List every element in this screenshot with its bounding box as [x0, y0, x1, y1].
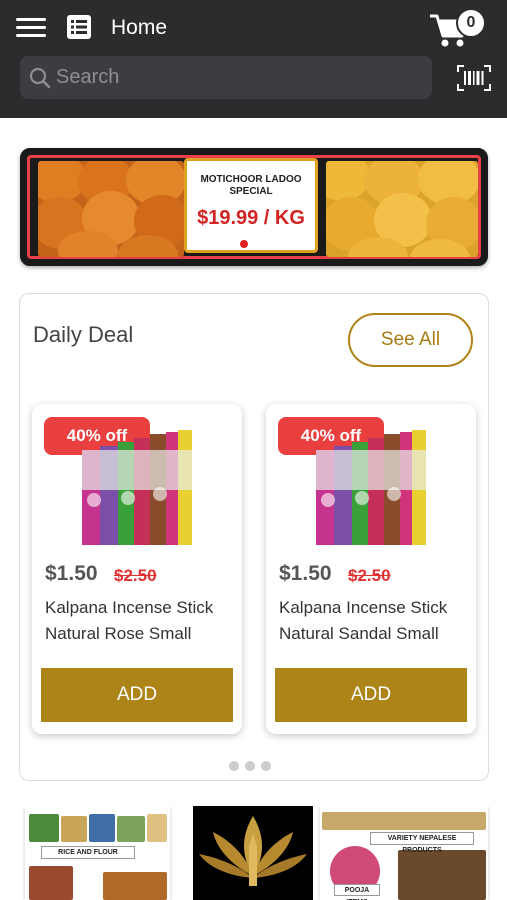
barcode-scan-icon[interactable] — [457, 65, 491, 91]
category-row: RICE AND FLOUR VARIETY NEPALESE PRODUCTS… — [0, 806, 507, 900]
search-input[interactable] — [56, 56, 426, 99]
category-tile-rice-and-flour[interactable]: RICE AND FLOUR — [25, 806, 170, 900]
search-bar[interactable] — [20, 56, 432, 99]
pager-dot[interactable] — [261, 761, 271, 771]
product-name[interactable]: Kalpana Incense Stick Natural Rose Small — [45, 595, 235, 647]
category-tile-pooja-logo[interactable] — [193, 806, 313, 900]
product-card[interactable]: 40% off $1.50 $2.50 Kalpana Incense Stic… — [32, 404, 242, 734]
banner-page-indicator — [240, 240, 248, 248]
product-old-price: $2.50 — [348, 566, 391, 585]
incense-box-image — [82, 430, 192, 545]
product-price: $1.50 — [45, 562, 98, 585]
category-label: RICE AND FLOUR — [41, 846, 135, 859]
product-name[interactable]: Kalpana Incense Stick Natural Sandal Sma… — [279, 595, 469, 647]
add-to-cart-button[interactable]: ADD — [275, 668, 467, 722]
product-card[interactable]: 40% off $1.50 $2.50 Kalpana Incense Stic… — [266, 404, 476, 734]
cart-count-badge: 0 — [456, 8, 486, 38]
pager-dot[interactable] — [229, 761, 239, 771]
ladoo-image-left — [38, 161, 184, 257]
pager-dot[interactable] — [245, 761, 255, 771]
daily-deal-title: Daily Deal — [33, 322, 134, 347]
deal-carousel-pager — [229, 758, 277, 776]
promo-banner[interactable]: MOTICHOOR LADOO SPECIAL $19.99 / KG — [20, 148, 488, 266]
see-all-button[interactable]: See All — [348, 313, 473, 367]
ladoo-image-right — [326, 161, 478, 257]
banner-price: $19.99 / KG — [197, 207, 305, 229]
product-old-price: $2.50 — [114, 566, 157, 585]
hamburger-menu-icon[interactable] — [16, 18, 46, 38]
add-to-cart-button[interactable]: ADD — [41, 668, 233, 722]
search-icon — [29, 67, 51, 89]
lotus-hands-icon — [199, 816, 307, 886]
banner-subtitle: MOTICHOOR LADOO SPECIAL — [200, 174, 302, 197]
banner-price-card: MOTICHOOR LADOO SPECIAL $19.99 / KG — [184, 158, 318, 253]
category-tile-nepalese-products[interactable]: VARIETY NEPALESE PRODUCTS POOJA ITEMS — [320, 806, 488, 900]
page-title: Home — [111, 16, 168, 39]
category-label: POOJA ITEMS — [334, 884, 380, 900]
product-price: $1.50 — [279, 562, 332, 585]
category-label: VARIETY NEPALESE PRODUCTS — [370, 832, 474, 854]
incense-box-image — [316, 430, 426, 545]
list-icon[interactable] — [67, 15, 91, 39]
